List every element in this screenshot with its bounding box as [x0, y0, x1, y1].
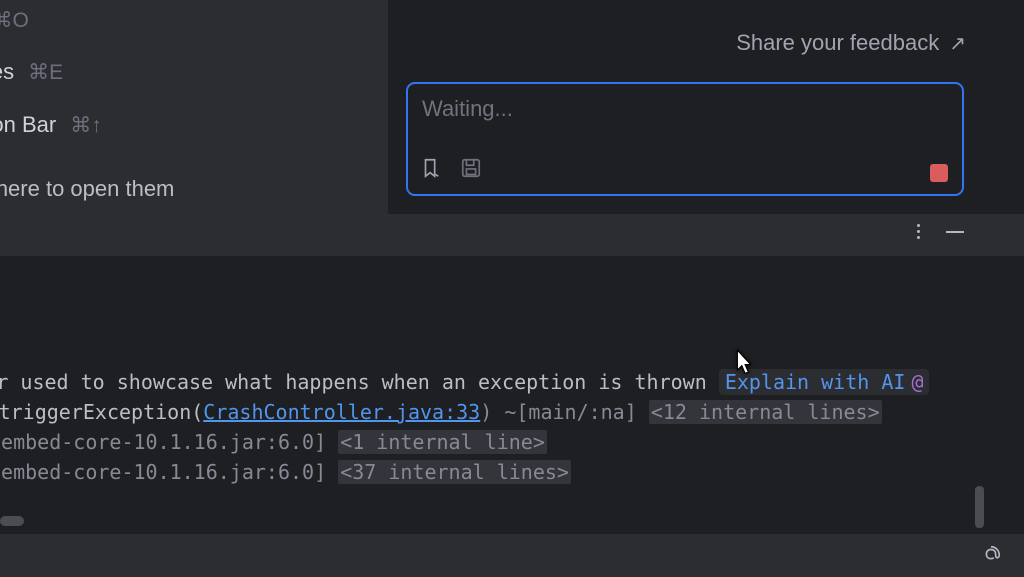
- ai-status-icon[interactable]: [980, 544, 1002, 571]
- menu-item-go-to-file[interactable]: to File ⇧⌘O: [0, 0, 200, 45]
- menu-label: cent Files: [0, 59, 14, 85]
- internal-lines-fold[interactable]: <12 internal lines>: [649, 400, 882, 424]
- internal-lines-fold[interactable]: <37 internal lines>: [338, 460, 571, 484]
- stop-button[interactable]: [930, 164, 948, 182]
- share-feedback-link[interactable]: Share your feedback ↗: [736, 30, 966, 56]
- menu-item-navigation-bar[interactable]: vigation Bar ⌘↑: [0, 100, 240, 150]
- input-placeholder: Waiting...: [422, 96, 513, 122]
- menu-label: vigation Bar: [0, 112, 56, 138]
- shortcut: ⇧⌘O: [0, 8, 29, 33]
- feedback-label: Share your feedback: [736, 30, 939, 56]
- ai-input-box[interactable]: Waiting...: [406, 82, 964, 196]
- menu-item-recent-files[interactable]: cent Files ⌘E: [0, 47, 220, 97]
- bookmark-icon[interactable]: [420, 157, 442, 184]
- tool-window-header: [0, 214, 1024, 256]
- minimize-icon[interactable]: [946, 231, 964, 233]
- external-link-icon: ↗: [949, 31, 966, 56]
- save-icon[interactable]: [460, 157, 482, 184]
- console-text: ) ~[tomcat-embed-core-10.1.16.jar:6.0]: [0, 460, 326, 484]
- scrollbar-thumb[interactable]: [975, 486, 984, 528]
- ai-spiral-icon: @: [911, 370, 923, 394]
- horizontal-scrollbar-thumb[interactable]: [0, 516, 24, 526]
- status-bar: [0, 534, 1024, 577]
- console-gap: [0, 256, 1024, 296]
- shortcut: ⌘E: [28, 60, 63, 85]
- drop-files-hint: op files here to open them: [0, 176, 174, 202]
- console-output[interactable]: ler used to showcase what happens when a…: [0, 296, 980, 532]
- welcome-menu: to File ⇧⌘O cent Files ⌘E vigation Bar ⌘…: [0, 0, 388, 220]
- more-options-icon[interactable]: [917, 224, 920, 239]
- shortcut: ⌘↑: [70, 113, 102, 138]
- vertical-scrollbar[interactable]: [974, 296, 984, 532]
